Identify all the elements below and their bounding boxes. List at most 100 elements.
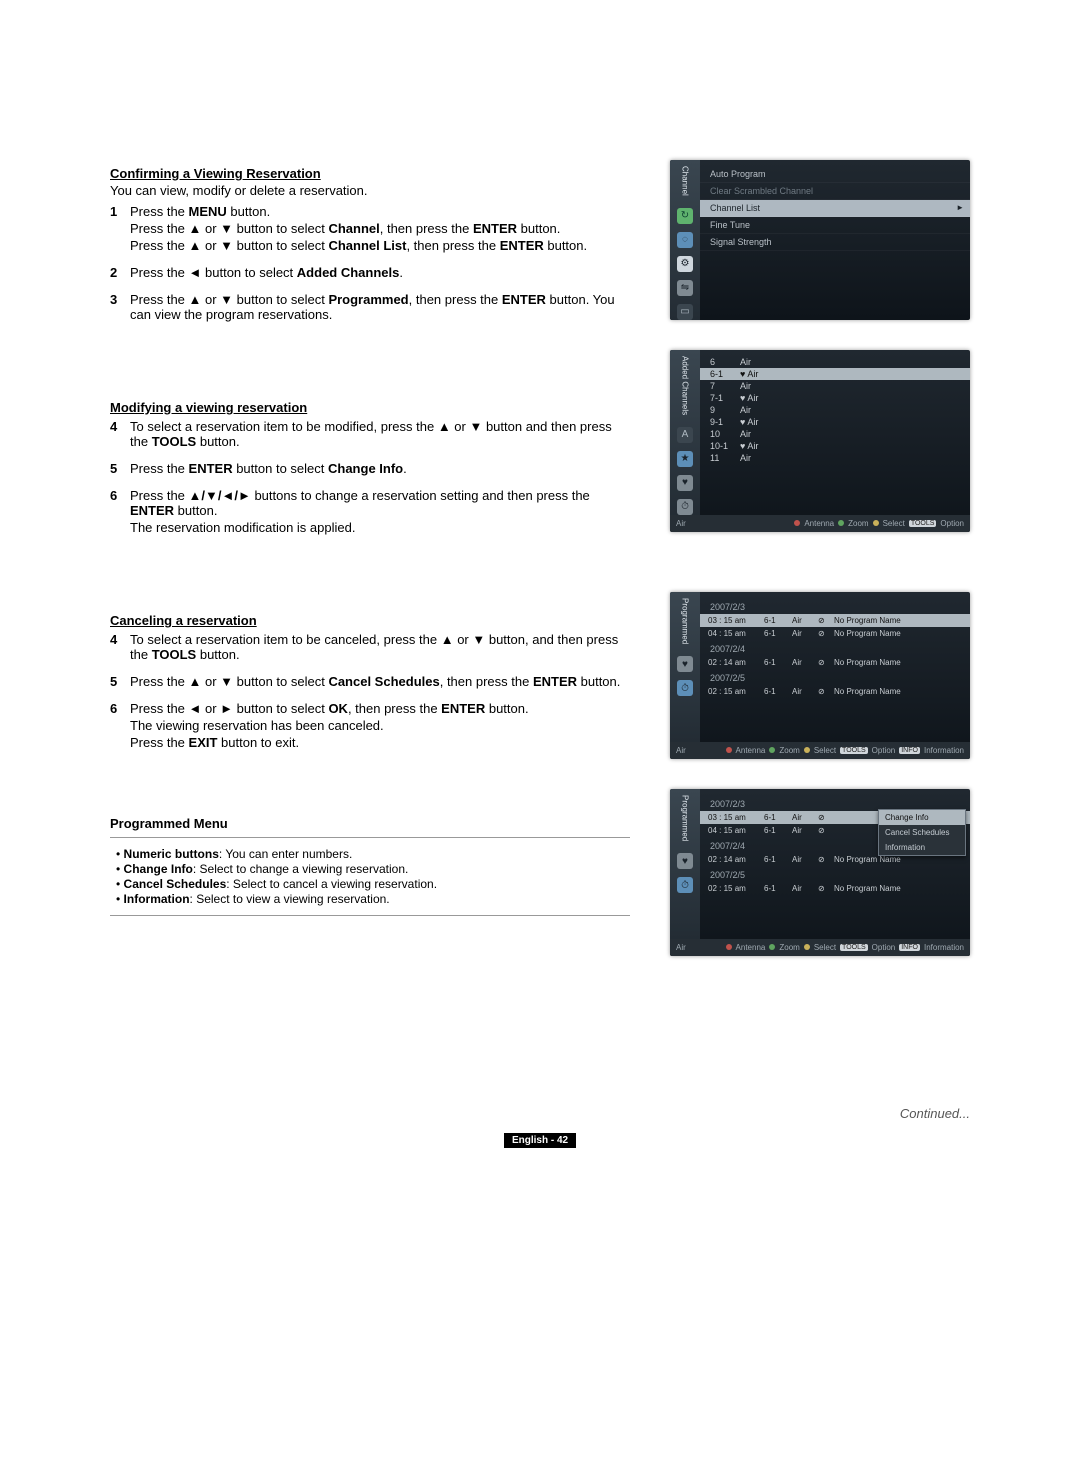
tv1-side-label: Channel — [681, 166, 690, 196]
programmed-row[interactable]: 04 : 15 am6-1Air⊘No Program Name — [700, 627, 970, 640]
programmed-menu-box: • Numeric buttons: You can enter numbers… — [110, 837, 630, 916]
step: 1Press the MENU button.Press the ▲ or ▼ … — [110, 204, 630, 255]
tv-added-channels: Added Channels A ★ ♥ ⏱ 6Air6-1♥ Air7Air7… — [670, 350, 970, 532]
step: 4To select a reservation item to be modi… — [110, 419, 630, 451]
clock-icon: ⏱ — [677, 499, 693, 515]
tv-channel-menu: Channel ↻ ◌ ⚙ ⇋ ▭ Auto ProgramClear Scra… — [670, 160, 970, 320]
channel-row[interactable]: 10-1♥ Air — [700, 440, 970, 452]
menu-item[interactable]: Auto Program — [700, 166, 970, 183]
date-header: 2007/2/5 — [700, 866, 970, 882]
tv4-foot-left: Air — [676, 943, 686, 952]
green-dot-icon — [838, 520, 844, 526]
step: 6Press the ◄ or ► button to select OK, t… — [110, 701, 630, 752]
green-dot-icon — [769, 747, 775, 753]
page-number-tag: English - 42 — [504, 1133, 576, 1148]
step-text: Press the ▲/▼/◄/► buttons to change a re… — [130, 488, 630, 537]
context-menu-item[interactable]: Information — [879, 840, 965, 855]
continued-label: Continued... — [110, 1106, 970, 1121]
tv-programmed-context: Programmed ♥ ⏱ Change InfoCancel Schedul… — [670, 789, 970, 956]
plug-icon: ⇋ — [677, 280, 693, 296]
context-menu-item[interactable]: Cancel Schedules — [879, 825, 965, 840]
tv2-foot-left: Air — [676, 519, 686, 528]
settings-icon: ⚙ — [677, 256, 693, 272]
step-text: To select a reservation item to be cance… — [130, 632, 630, 664]
step-number: 5 — [110, 461, 130, 478]
section3-steps: 4To select a reservation item to be canc… — [110, 632, 630, 752]
page-number: English - 42 — [110, 1131, 970, 1146]
programmed-row[interactable]: 03 : 15 am6-1Air⊘No Program Name — [700, 614, 970, 627]
clock-icon: ⏱ — [677, 680, 693, 696]
channel-row[interactable]: 7-1♥ Air — [700, 392, 970, 404]
red-dot-icon — [726, 747, 732, 753]
yellow-dot-icon — [804, 747, 810, 753]
context-menu[interactable]: Change InfoCancel SchedulesInformation — [878, 809, 966, 856]
channel-row[interactable]: 9Air — [700, 404, 970, 416]
heart-icon: ♥ — [677, 475, 693, 491]
channel-row[interactable]: 11Air — [700, 452, 970, 464]
step: 5Press the ▲ or ▼ button to select Cance… — [110, 674, 630, 691]
heart-icon: ♥ — [677, 656, 693, 672]
channel-row[interactable]: 6Air — [700, 356, 970, 368]
channel-row[interactable]: 9-1♥ Air — [700, 416, 970, 428]
green-dot-icon — [769, 944, 775, 950]
step: 6Press the ▲/▼/◄/► buttons to change a r… — [110, 488, 630, 537]
tv4-footer: Air Antenna Zoom Select TOOLSOption INFO… — [670, 939, 970, 956]
tools-key-icon: TOOLS — [840, 747, 868, 754]
all-icon: A — [677, 427, 693, 443]
step-number: 6 — [110, 701, 130, 752]
step: 3Press the ▲ or ▼ button to select Progr… — [110, 292, 630, 324]
red-dot-icon — [726, 944, 732, 950]
programmed-row[interactable]: 02 : 14 am6-1Air⊘No Program Name — [700, 656, 970, 669]
tv4-side-label: Programmed — [681, 795, 690, 841]
pm-item: • Change Info: Select to change a viewin… — [116, 862, 624, 876]
step-number: 3 — [110, 292, 130, 324]
step-text: Press the ▲ or ▼ button to select Cancel… — [130, 674, 630, 691]
star-icon: ★ — [677, 451, 693, 467]
tools-key-icon: TOOLS — [840, 944, 868, 951]
menu-item[interactable]: Fine Tune — [700, 217, 970, 234]
date-header: 2007/2/4 — [700, 640, 970, 656]
section1-intro: You can view, modify or delete a reserva… — [110, 183, 630, 198]
heart-icon: ♥ — [677, 853, 693, 869]
tv2-side-label: Added Channels — [681, 356, 690, 415]
tv-programmed-list: Programmed ♥ ⏱ 2007/2/303 : 15 am6-1Air⊘… — [670, 592, 970, 759]
date-header: 2007/2/5 — [700, 669, 970, 685]
programmed-row[interactable]: 02 : 15 am6-1Air⊘No Program Name — [700, 685, 970, 698]
card-icon: ▭ — [677, 304, 693, 320]
menu-item[interactable]: Clear Scrambled Channel — [700, 183, 970, 200]
context-menu-item[interactable]: Change Info — [879, 810, 965, 825]
clock-icon: ⏱ — [677, 877, 693, 893]
section1-title: Confirming a Viewing Reservation — [110, 166, 630, 181]
section3-title: Canceling a reservation — [110, 613, 630, 628]
tv3-side-label: Programmed — [681, 598, 690, 644]
channel-row[interactable]: 6-1♥ Air — [700, 368, 970, 380]
info-key-icon: INFO — [899, 747, 920, 754]
programmed-menu-title: Programmed Menu — [110, 816, 630, 831]
section1-steps: 1Press the MENU button.Press the ▲ or ▼ … — [110, 204, 630, 324]
refresh-icon: ↻ — [677, 208, 693, 224]
step: 2Press the ◄ button to select Added Chan… — [110, 265, 630, 282]
channel-row[interactable]: 10Air — [700, 428, 970, 440]
step: 4To select a reservation item to be canc… — [110, 632, 630, 664]
yellow-dot-icon — [873, 520, 879, 526]
tv2-footer: Air Antenna Zoom Select TOOLSOption — [670, 515, 970, 532]
menu-item[interactable]: Channel List — [700, 200, 970, 217]
step-number: 5 — [110, 674, 130, 691]
step-text: Press the ◄ button to select Added Chann… — [130, 265, 630, 282]
section2-steps: 4To select a reservation item to be modi… — [110, 419, 630, 537]
step-text: Press the ◄ or ► button to select OK, th… — [130, 701, 630, 752]
yellow-dot-icon — [804, 944, 810, 950]
red-dot-icon — [794, 520, 800, 526]
menu-item[interactable]: Signal Strength — [700, 234, 970, 251]
step-text: To select a reservation item to be modif… — [130, 419, 630, 451]
step-number: 6 — [110, 488, 130, 537]
step-text: Press the MENU button.Press the ▲ or ▼ b… — [130, 204, 630, 255]
tv3-footer: Air Antenna Zoom Select TOOLSOption INFO… — [670, 742, 970, 759]
step-number: 4 — [110, 632, 130, 664]
programmed-row[interactable]: 02 : 15 am6-1Air⊘No Program Name — [700, 882, 970, 895]
info-key-icon: INFO — [899, 944, 920, 951]
step: 5Press the ENTER button to select Change… — [110, 461, 630, 478]
step-text: Press the ENTER button to select Change … — [130, 461, 630, 478]
step-text: Press the ▲ or ▼ button to select Progra… — [130, 292, 630, 324]
channel-row[interactable]: 7Air — [700, 380, 970, 392]
